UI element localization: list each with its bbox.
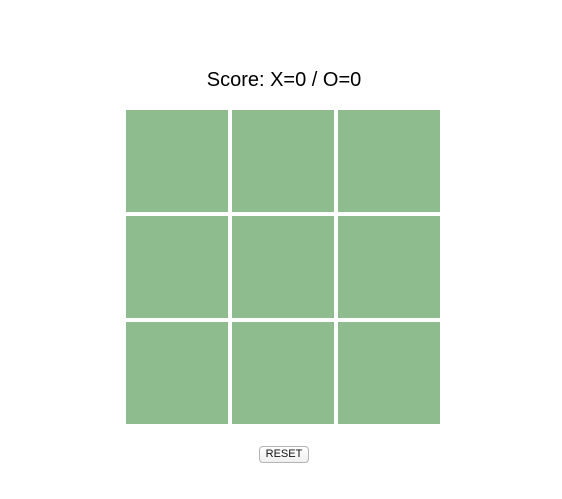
score-display: Score: X=0 / O=0 [206,69,362,91]
board-cell-4[interactable] [126,216,228,318]
reset-button[interactable]: RESET [259,446,309,463]
board-cell-2[interactable] [232,110,334,212]
board-cell-8[interactable] [232,322,334,424]
board-cell-6[interactable] [338,216,440,318]
board-cell-3[interactable] [338,110,440,212]
board-cell-5[interactable] [232,216,334,318]
board-cell-9[interactable] [338,322,440,424]
board-cell-7[interactable] [126,322,228,424]
game-board [126,110,442,426]
board-cell-1[interactable] [126,110,228,212]
